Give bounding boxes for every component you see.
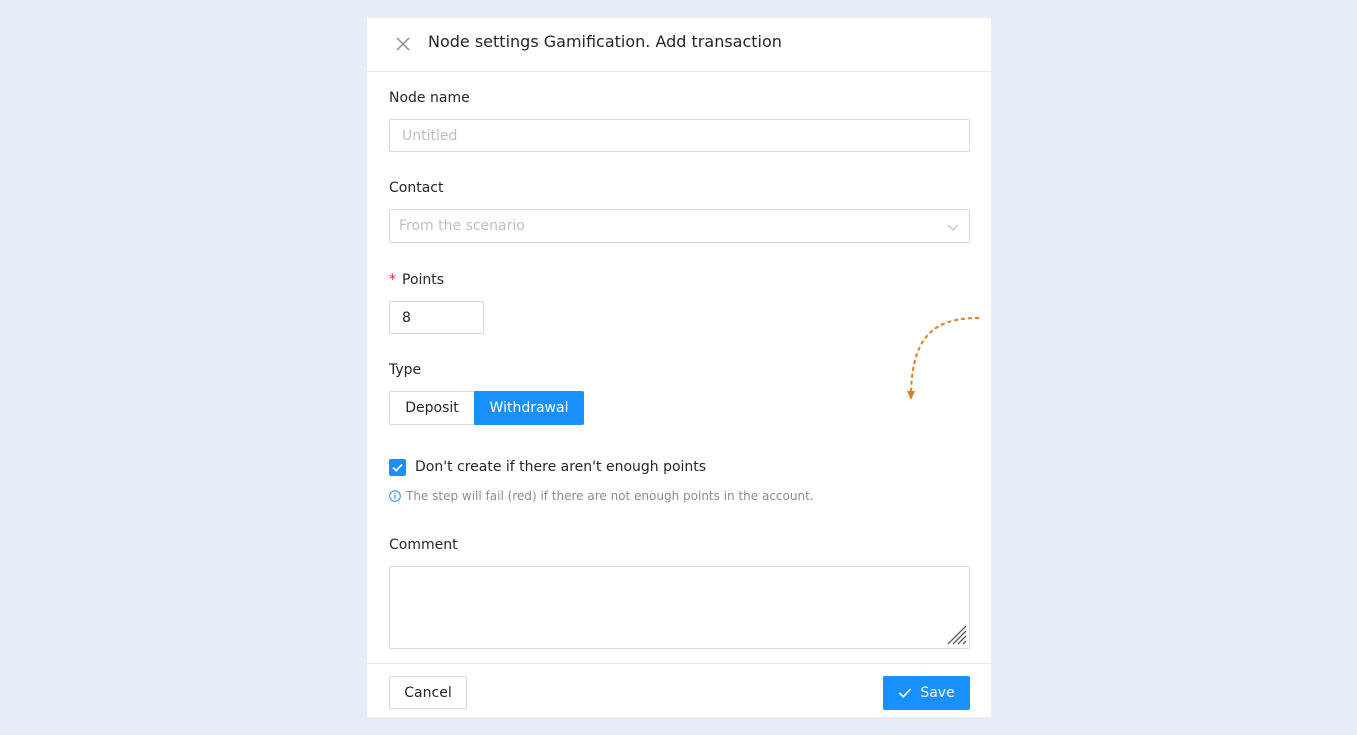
info-icon <box>389 490 401 502</box>
save-button[interactable]: Save <box>883 676 970 710</box>
chevron-down-icon <box>947 224 959 231</box>
annotation-arrow <box>907 317 980 400</box>
comment-label: Comment <box>389 537 458 553</box>
node-name-input[interactable] <box>389 119 970 152</box>
type-withdrawal-button[interactable]: Withdrawal <box>474 391 584 425</box>
required-mark: * <box>389 272 396 288</box>
checkmark-icon <box>392 463 403 472</box>
not-enough-points-label[interactable]: Don't create if there aren't enough poin… <box>415 459 706 475</box>
hint-text: The step will fail (red) if there are no… <box>406 489 814 503</box>
save-button-label: Save <box>920 685 955 701</box>
type-deposit-button[interactable]: Deposit <box>389 391 474 425</box>
close-icon <box>396 37 410 51</box>
points-input[interactable] <box>389 301 484 334</box>
close-button[interactable] <box>393 34 413 54</box>
points-label: Points <box>402 272 445 288</box>
contact-select-placeholder: From the scenario <box>399 218 525 234</box>
resize-handle-icon[interactable] <box>946 624 968 646</box>
cancel-button[interactable]: Cancel <box>389 676 467 709</box>
node-settings-modal: Node settings Gamification. Add transact… <box>367 18 991 717</box>
points-label-row: * Points <box>389 272 444 288</box>
check-icon <box>899 688 912 698</box>
type-label: Type <box>389 362 422 378</box>
node-name-label: Node name <box>389 90 470 106</box>
modal-footer: Cancel Save <box>367 663 991 717</box>
cancel-button-label: Cancel <box>404 684 452 701</box>
modal-title: Node settings Gamification. Add transact… <box>428 32 782 51</box>
comment-textarea[interactable] <box>389 566 970 649</box>
not-enough-points-checkbox[interactable] <box>389 459 406 476</box>
modal-header: Node settings Gamification. Add transact… <box>367 18 991 72</box>
contact-select[interactable]: From the scenario <box>389 209 970 243</box>
contact-label: Contact <box>389 180 444 196</box>
